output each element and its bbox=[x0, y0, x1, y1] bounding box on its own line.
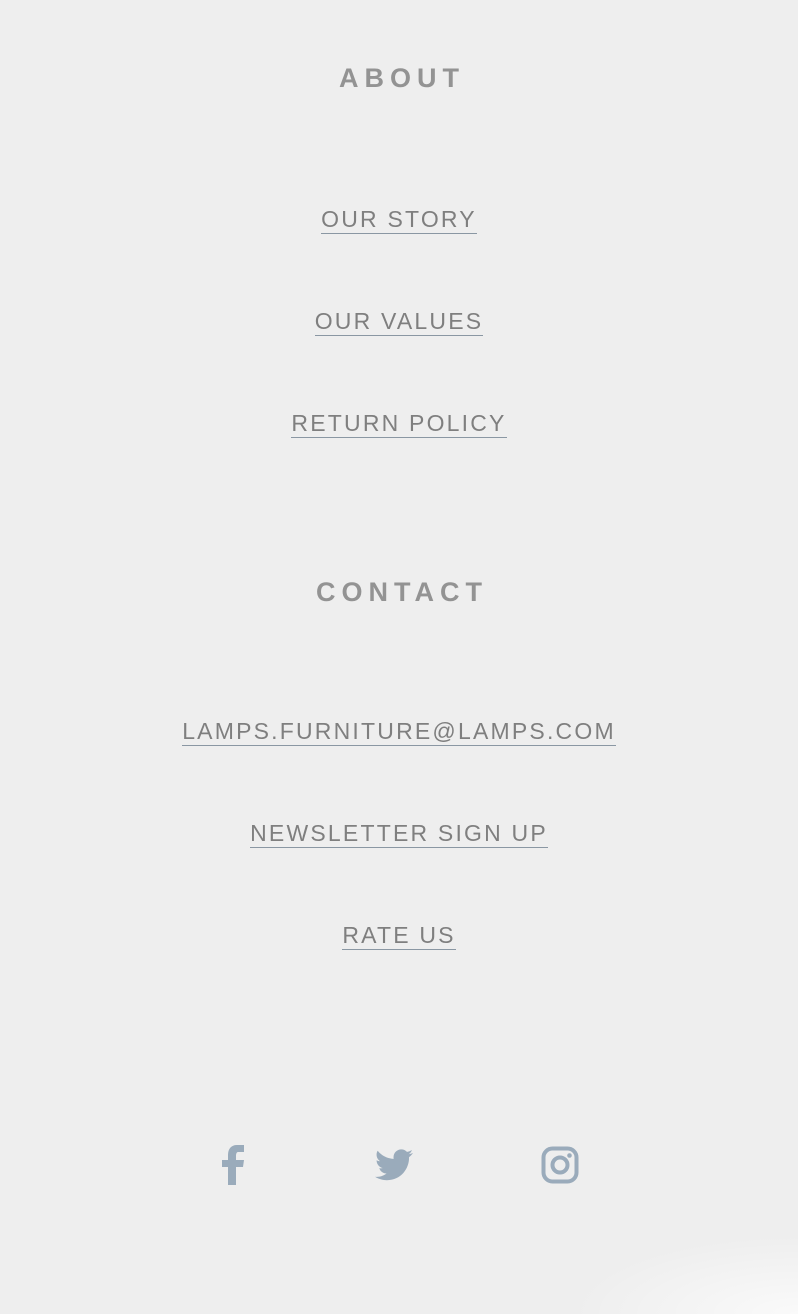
facebook-icon bbox=[222, 1145, 244, 1185]
twitter-icon bbox=[375, 1149, 413, 1181]
contact-heading: CONTACT bbox=[316, 577, 488, 607]
twitter-link[interactable] bbox=[369, 1140, 419, 1190]
newsletter-signup-link[interactable]: NEWSLETTER SIGN UP bbox=[250, 820, 548, 848]
return-policy-link[interactable]: RETURN POLICY bbox=[291, 410, 507, 438]
about-link-row: OUR STORY bbox=[0, 206, 798, 237]
our-values-link[interactable]: OUR VALUES bbox=[314, 308, 484, 336]
contact-link-row: NEWSLETTER SIGN UP bbox=[0, 820, 798, 851]
instagram-link[interactable] bbox=[535, 1140, 585, 1190]
email-link[interactable]: LAMPS.FURNITURE@LAMPS.COM bbox=[182, 718, 616, 746]
rate-us-link[interactable]: RATE US bbox=[342, 922, 456, 950]
contact-link-row: RATE US bbox=[0, 922, 798, 953]
our-story-link[interactable]: OUR STORY bbox=[321, 206, 477, 234]
about-link-row: OUR VALUES bbox=[0, 308, 798, 339]
instagram-icon bbox=[541, 1146, 579, 1184]
site-footer: ABOUT OUR STORY OUR VALUES RETURN POLICY… bbox=[0, 0, 798, 1314]
about-heading: ABOUT bbox=[339, 63, 465, 93]
facebook-link[interactable] bbox=[209, 1140, 259, 1190]
corner-shade bbox=[568, 1234, 798, 1314]
about-link-row: RETURN POLICY bbox=[0, 410, 798, 441]
contact-link-row: LAMPS.FURNITURE@LAMPS.COM bbox=[0, 718, 798, 749]
